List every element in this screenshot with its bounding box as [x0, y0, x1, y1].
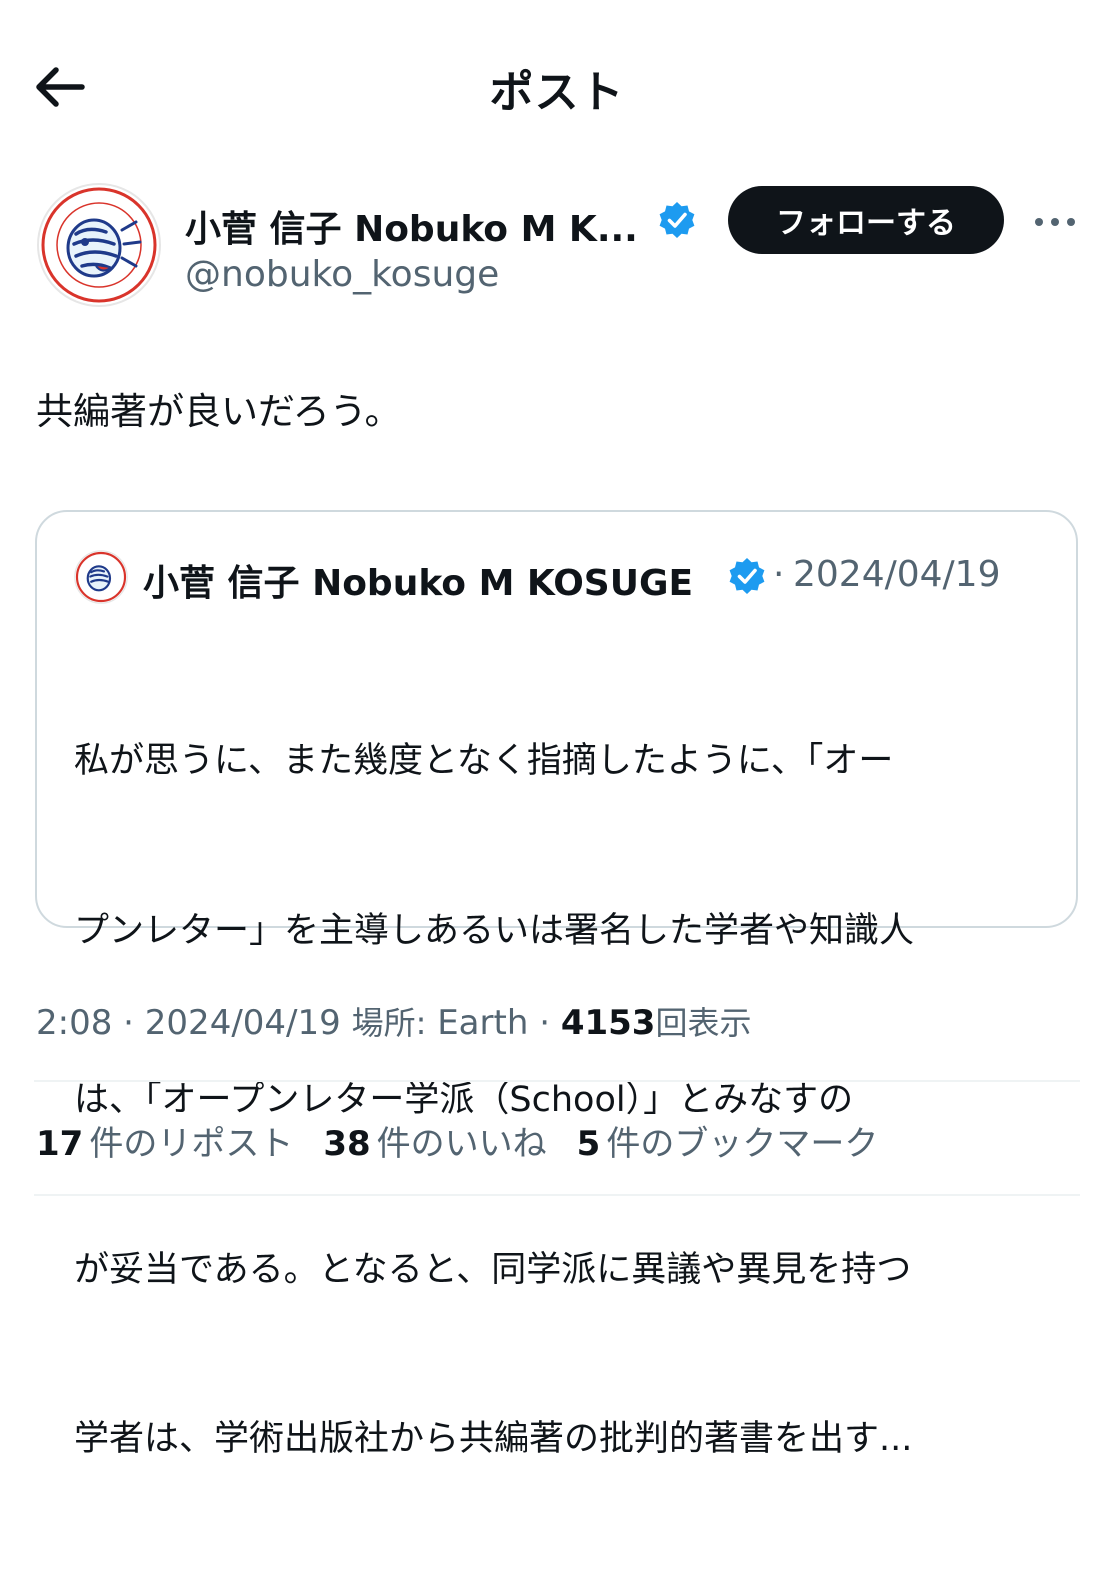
- reposts-count: 17: [36, 1124, 84, 1164]
- separator-dot: ·: [539, 1003, 550, 1043]
- bookmarks-stat[interactable]: 5 件のブックマーク: [577, 1116, 879, 1165]
- quoted-post-text: 私が思うに、また幾度となく指摘したように、「オー プンレター」を主導しあるいは署…: [74, 620, 1054, 1581]
- quoted-post-card[interactable]: 小菅 信子 Nobuko M KOSUGE · 2024/04/19 私が思うに…: [35, 510, 1078, 1459]
- post-text: 共編著が良いだろう。: [36, 390, 402, 433]
- post-meta: 2:08 · 2024/04/19 場所: Earth · 4153回表示: [36, 998, 751, 1044]
- engagement-stats: 17 件のリポスト 38 件のいいね 5 件のブックマーク: [36, 1116, 878, 1165]
- verified-badge-icon: [729, 558, 765, 594]
- follow-button[interactable]: フォローする: [728, 186, 1004, 254]
- quoted-line: プンレター」を主導しあるいは署名した学者や知識人: [74, 910, 915, 951]
- quoted-author-name: 小菅 信子 Nobuko M KOSUGE: [143, 563, 694, 604]
- quoted-date: 2024/04/19: [793, 554, 1001, 595]
- quoted-avatar: [74, 550, 128, 604]
- reposts-stat[interactable]: 17 件のリポスト: [36, 1116, 293, 1165]
- verified-badge-icon: [659, 202, 695, 238]
- likes-stat[interactable]: 38 件のいいね: [323, 1116, 546, 1165]
- divider: [34, 1080, 1080, 1082]
- quoted-line: 学者は、学術出版社から共編著の批判的著書を出す...: [74, 1419, 913, 1459]
- divider: [34, 1194, 1080, 1196]
- bookmarks-label: 件のブックマーク: [606, 1124, 879, 1164]
- more-options-button[interactable]: [1030, 202, 1080, 242]
- separator-dot: ·: [123, 1003, 134, 1043]
- post-time[interactable]: 2:08: [36, 1003, 112, 1043]
- avatar-image: [37, 183, 161, 307]
- author-row: 小菅 信子 Nobuko M K... @nobuko_kosuge フォローす…: [0, 180, 1114, 310]
- separator-dot: ·: [773, 554, 785, 595]
- location-value: Earth: [437, 1003, 529, 1043]
- view-count-label: 回表示: [655, 1004, 752, 1042]
- likes-count: 38: [323, 1124, 371, 1164]
- quoted-line: 私が思うに、また幾度となく指摘したように、「オー: [74, 741, 894, 781]
- more-horizontal-icon: [1035, 218, 1075, 226]
- quoted-line: が妥当である。となると、同学派に異議や異見を持つ: [74, 1249, 912, 1290]
- reposts-label: 件のリポスト: [89, 1124, 294, 1164]
- location-label: 場所:: [351, 1004, 427, 1042]
- author-handle[interactable]: @nobuko_kosuge: [185, 254, 499, 295]
- view-count: 4153: [560, 1003, 656, 1043]
- likes-label: 件のいいね: [376, 1124, 547, 1164]
- post-date[interactable]: 2024/04/19: [145, 1003, 341, 1043]
- author-name[interactable]: 小菅 信子 Nobuko M K...: [185, 200, 638, 252]
- avatar[interactable]: [36, 182, 162, 308]
- bookmarks-count: 5: [576, 1124, 601, 1164]
- page-title: ポスト: [489, 67, 625, 118]
- top-bar: ポスト: [0, 0, 1114, 170]
